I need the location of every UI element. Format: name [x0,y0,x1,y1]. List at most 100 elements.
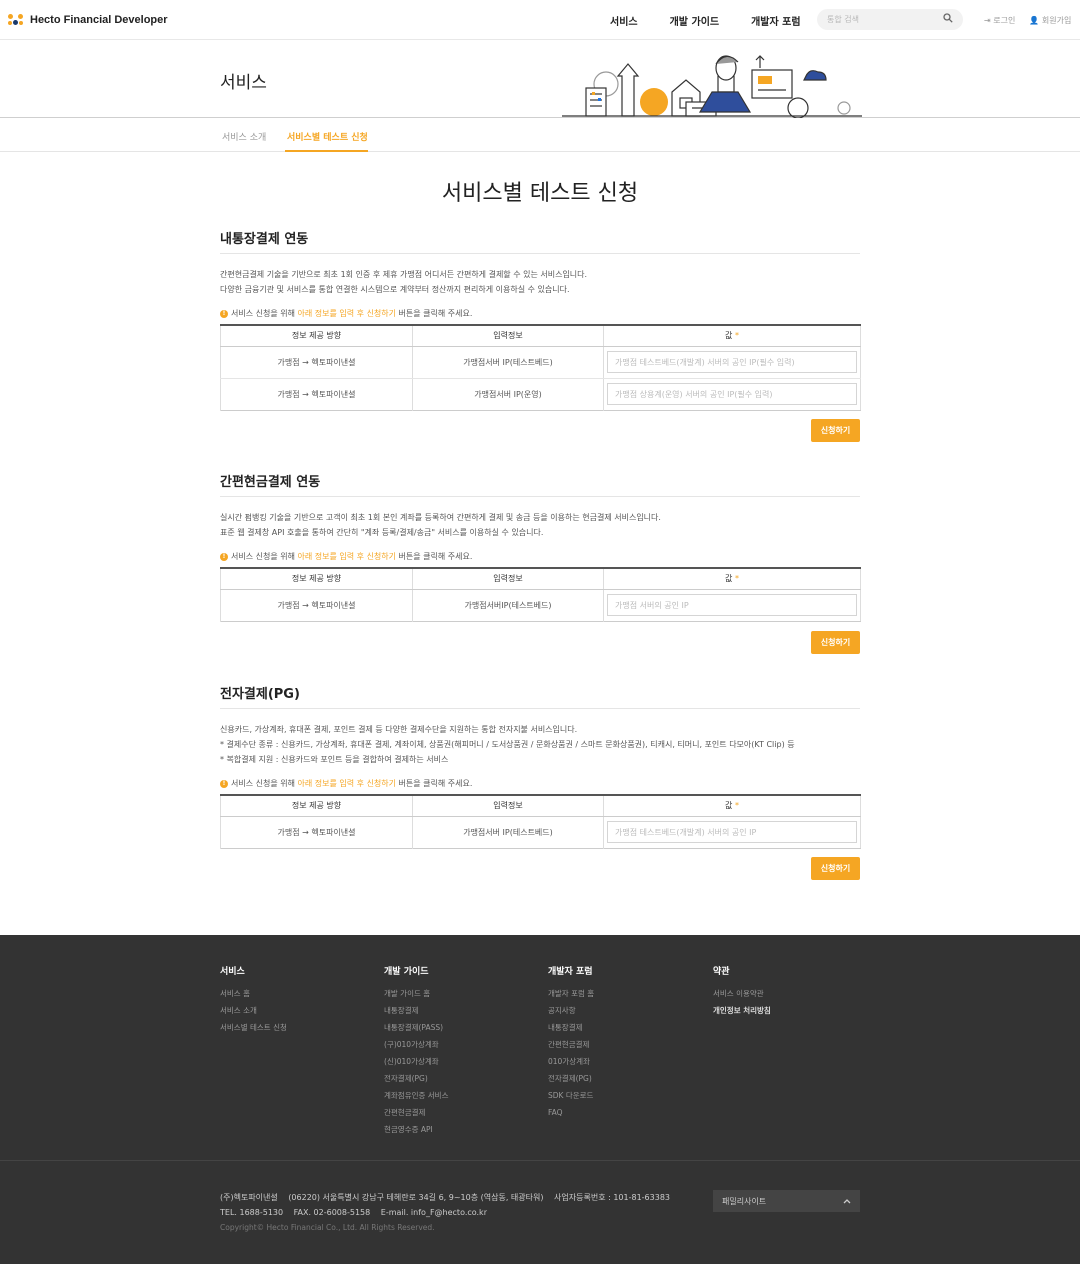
signup-label: 회원가입 [1041,15,1072,25]
required-mark: * [734,574,739,584]
notice: ! 서비스 신청을 위해 아래 정보를 입력 후 신청하기 버튼을 클릭해 주세… [220,551,860,562]
search-input[interactable] [827,15,937,24]
required-mark: * [734,801,739,811]
footer-link[interactable]: 개인정보 처리방침 [713,1002,771,1019]
notice-highlight: 아래 정보를 입력 후 신청하기 [297,552,397,561]
footer-link[interactable]: 간편현금결제 [384,1104,448,1121]
footer-col-forum: 개발자 포럼 개발자 포럼 홈 공지사항 내통장결제 간편현금결제 010가상계… [548,964,594,1121]
value-label: 값 [725,574,733,584]
copyright: Copyright© Hecto Financial Co., Ltd. All… [220,1223,435,1232]
testbed-ip-input[interactable] [607,351,857,373]
signup-link[interactable]: 👤 회원가입 [1029,15,1071,26]
signup-icon: 👤 [1029,15,1040,25]
notice-post: 버튼을 클릭해 주세요. [396,779,473,788]
table-header-value: 값 * [603,568,861,590]
nav-dev-forum[interactable]: 개발자 포럼 [751,13,800,28]
info-table: 정보 제공 방향 입력정보 값 * 가맹점 → 헥토파이낸셜 가맹점서버 IP(… [220,794,861,849]
logo-dots-icon [8,13,24,26]
login-link[interactable]: ⇥ 로그인 [984,15,1015,26]
banner-illustration [562,55,862,118]
notice-post: 버튼을 클릭해 주세요. [396,309,473,318]
info-icon: ! [220,779,228,788]
footer-link[interactable]: 공지사항 [548,1002,594,1019]
page-banner: 서비스 [0,40,1080,118]
table-row: 가맹점 → 헥토파이낸셜 가맹점서버IP(테스트베드) [220,589,861,621]
info-table: 정보 제공 방향 입력정보 값 * 가맹점 → 헥토파이낸셜 가맹점서버IP(테… [220,567,861,622]
banner-title: 서비스 [220,73,267,93]
direction-cell: 가맹점 → 헥토파이낸셜 [220,816,413,848]
apply-button-easycash[interactable]: 신청하기 [811,631,860,654]
tab-service-intro[interactable]: 서비스 소개 [222,130,266,143]
footer-link[interactable]: (구)010가상계좌 [384,1036,448,1053]
footer-link[interactable]: 010가상계좌 [548,1053,594,1070]
desc-line: * 복합결제 지원 : 신용카드와 포인트 등을 결합하여 결제하는 서비스 [220,755,449,764]
section-desc: 간편현금결제 기술을 기반으로 최초 1회 인증 후 제휴 가맹점 어디서든 간… [220,267,860,297]
production-ip-input[interactable] [607,383,857,405]
info-icon: ! [220,552,228,561]
footer-link[interactable]: 서비스별 테스트 신청 [220,1019,287,1036]
tab-test-request[interactable]: 서비스별 테스트 신청 [287,130,368,143]
footer-col-terms: 약관 서비스 이용약관 개인정보 처리방침 [713,964,771,1019]
notice-pre: 서비스 신청을 위해 [231,552,298,561]
footer-link[interactable]: 내통장결제 [548,1019,594,1036]
business-number: 사업자등록번호 : 101-81-63383 [554,1193,671,1202]
table-row: 가맹점 → 헥토파이낸셜 가맹점서버 IP(테스트베드) [220,346,861,379]
footer: 서비스 서비스 홈 서비스 소개 서비스별 테스트 신청 개발 가이드 개발 가… [0,935,1080,1264]
company-name: (주)헥토파이낸셜 [220,1193,278,1202]
logo-text: Hecto Financial Developer [30,13,168,26]
notice-pre: 서비스 신청을 위해 [231,309,298,318]
table-row: 가맹점 → 헥토파이낸셜 가맹점서버 IP(테스트베드) [220,816,861,848]
info-cell: 가맹점서버 IP(테스트베드) [412,816,604,848]
footer-link[interactable]: 서비스 이용약관 [713,985,771,1002]
footer-link[interactable]: 서비스 홈 [220,985,287,1002]
footer-col-guide: 개발 가이드 개발 가이드 홈 내통장결제 내통장결제(PASS) (구)010… [384,964,448,1138]
table-header-value: 값 * [603,325,861,347]
footer-link[interactable]: 현금영수증 API [384,1121,448,1138]
footer-link[interactable]: 개발 가이드 홈 [384,985,448,1002]
footer-link[interactable]: 개발자 포럼 홈 [548,985,594,1002]
main-nav: 서비스 개발 가이드 개발자 포럼 [610,0,833,40]
footer-link[interactable]: 계좌점유인증 서비스 [384,1087,448,1104]
footer-col-title: 개발 가이드 [384,967,429,977]
footer-link[interactable]: 간편현금결제 [548,1036,594,1053]
login-label: 로그인 [993,15,1016,25]
apply-button-pg[interactable]: 신청하기 [811,857,860,880]
footer-link[interactable]: 내통장결제(PASS) [384,1019,448,1036]
footer-link[interactable]: 전자결제(PG) [384,1070,448,1087]
footer-link[interactable]: (신)010가상계좌 [384,1053,448,1070]
desc-line: 간편현금결제 기술을 기반으로 최초 1회 인증 후 제휴 가맹점 어디서든 간… [220,270,588,279]
logo[interactable]: Hecto Financial Developer [8,13,168,26]
footer-link[interactable]: 전자결제(PG) [548,1070,594,1087]
value-label: 값 [725,331,733,341]
info-icon: ! [220,309,228,318]
company-info: (주)헥토파이낸셜 (06220) 서울특별시 강남구 테헤란로 34길 6, … [220,1190,670,1220]
testbed-ip-input[interactable] [607,821,857,843]
footer-link[interactable]: FAQ [548,1104,594,1121]
table-header-direction: 정보 제공 방향 [220,795,413,817]
section-mybank: 내통장결제 연동 간편현금결제 기술을 기반으로 최초 1회 인증 후 제휴 가… [220,228,861,411]
table-header-value: 값 * [603,795,861,817]
search-icon[interactable] [943,13,953,26]
family-site-select[interactable]: 패밀리사이트 [713,1190,860,1212]
desc-line: * 결제수단 종류 : 신용카드, 가상계좌, 휴대폰 결제, 계좌이체, 상품… [220,740,795,749]
notice-highlight: 아래 정보를 입력 후 신청하기 [297,309,397,318]
server-ip-input[interactable] [607,594,857,616]
footer-col-title: 개발자 포럼 [548,967,593,977]
company-email: E-mail. info_F@hecto.co.kr [380,1208,487,1217]
notice: ! 서비스 신청을 위해 아래 정보를 입력 후 신청하기 버튼을 클릭해 주세… [220,308,860,319]
apply-button-mybank[interactable]: 신청하기 [811,419,860,442]
value-label: 값 [725,801,733,811]
company-address: (06220) 서울특별시 강남구 테헤란로 34길 6, 9~10층 (역삼동… [288,1193,544,1202]
section-pg: 전자결제(PG) 신용카드, 가상계좌, 휴대폰 결제, 포인트 결제 등 다양… [220,683,861,849]
nav-dev-guide[interactable]: 개발 가이드 [670,13,719,28]
footer-link[interactable]: 서비스 소개 [220,1002,287,1019]
footer-link[interactable]: 내통장결제 [384,1002,448,1019]
section-title: 내통장결제 연동 [220,228,860,254]
table-header-direction: 정보 제공 방향 [220,325,413,347]
footer-link[interactable]: SDK 다운로드 [548,1087,594,1104]
user-menu: ⇥ 로그인 👤 회원가입 [984,0,1071,40]
notice-highlight: 아래 정보를 입력 후 신청하기 [297,779,397,788]
nav-service[interactable]: 서비스 [610,13,638,28]
info-cell: 가맹점서버 IP(테스트베드) [412,346,604,379]
info-cell: 가맹점서버 IP(운영) [412,378,604,410]
